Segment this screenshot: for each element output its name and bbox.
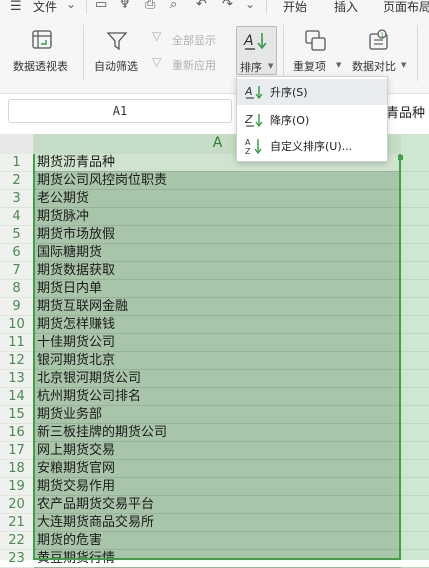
name-box-value: A1: [112, 104, 128, 118]
show-all-icon: ▽: [152, 29, 162, 43]
show-all-button[interactable]: 全部显示: [172, 32, 216, 48]
data-compare-label: 数据对比: [352, 60, 396, 73]
row-number[interactable]: 7: [0, 262, 33, 280]
duplicates-icon: [305, 30, 326, 51]
row-number[interactable]: 2: [0, 172, 33, 190]
svg-text:1: 1: [380, 32, 384, 39]
save-icon[interactable]: ▭: [95, 0, 107, 12]
sort-descending-icon: Z: [245, 113, 263, 128]
pivot-table-label: 数据透视表: [13, 60, 68, 73]
print-icon[interactable]: ⎙: [145, 0, 155, 12]
duplicates-label: 重复项: [293, 60, 326, 73]
selection-border: [33, 154, 401, 560]
data-compare-button[interactable]: 1 数据对比 ▼: [349, 25, 411, 75]
formula-content[interactable]: 青品种: [386, 102, 425, 121]
menu-insert[interactable]: 插入: [334, 0, 358, 15]
sort-icon: A: [243, 33, 267, 50]
format-painter-icon[interactable]: ♆: [119, 0, 131, 12]
menu-bar: ☰ 文件 ⌄ ▭ ♆ ⎙ ⌕ ↶ ↷ ⌄ 开始 插入 页面布局: [0, 0, 429, 17]
autofilter-label: 自动筛选: [94, 60, 138, 73]
sort-ascending-icon: A: [245, 85, 263, 100]
pivot-table-button[interactable]: 数据透视表: [8, 25, 78, 75]
name-box[interactable]: A1: [8, 99, 232, 123]
data-compare-icon: 1: [369, 29, 388, 50]
row-number[interactable]: 8: [0, 280, 33, 298]
row-number[interactable]: 22: [0, 532, 33, 550]
row-number[interactable]: 6: [0, 244, 33, 262]
row-number[interactable]: 20: [0, 496, 33, 514]
row-number[interactable]: 12: [0, 352, 33, 370]
svg-text:A: A: [243, 33, 254, 49]
redo-icon[interactable]: ↷: [222, 0, 233, 12]
row-number[interactable]: 21: [0, 514, 33, 532]
custom-sort-icon: A Z: [245, 138, 262, 155]
sort-button[interactable]: A 排序 ▼: [236, 26, 277, 75]
fill-handle[interactable]: [398, 155, 403, 160]
chevron-down-icon[interactable]: ⌄: [66, 0, 76, 11]
reapply-button[interactable]: 重新应用: [172, 57, 216, 73]
row-number[interactable]: 16: [0, 424, 33, 442]
sort-label: 排序: [240, 61, 262, 74]
svg-text:A: A: [245, 138, 251, 147]
reapply-icon: ▽: [152, 55, 162, 69]
corner-cell[interactable]: [0, 134, 33, 154]
sort-ascending-label: 升序(S): [270, 86, 308, 99]
row-number[interactable]: 13: [0, 370, 33, 388]
row-number[interactable]: 11: [0, 334, 33, 352]
autofilter-button[interactable]: 自动筛选: [90, 25, 146, 75]
filter-icon: [106, 32, 128, 51]
svg-text:Z: Z: [245, 113, 253, 126]
menu-page-layout[interactable]: 页面布局: [383, 0, 429, 15]
svg-text:Z: Z: [245, 147, 251, 155]
sort-dropdown-menu: A 升序(S) Z 降序(O) A Z 自定义排序(U)...: [236, 76, 388, 162]
sort-ascending-item[interactable]: A 升序(S): [237, 79, 387, 105]
row-number[interactable]: 18: [0, 460, 33, 478]
caret-down-icon: ▼: [336, 61, 342, 69]
caret-down-icon: ▼: [401, 61, 407, 69]
row-number[interactable]: 1: [0, 154, 33, 172]
row-number[interactable]: 23: [0, 550, 33, 568]
row-number[interactable]: 9: [0, 298, 33, 316]
menu-file[interactable]: 文件: [33, 0, 57, 15]
row-number[interactable]: 3: [0, 190, 33, 208]
print-preview-icon[interactable]: ⌕: [170, 0, 177, 12]
row-number[interactable]: 15: [0, 406, 33, 424]
sort-descending-label: 降序(O): [270, 114, 310, 127]
sort-descending-item[interactable]: Z 降序(O): [237, 107, 387, 133]
row-number[interactable]: 14: [0, 388, 33, 406]
hamburger-icon[interactable]: ☰: [10, 0, 22, 14]
custom-sort-item[interactable]: A Z 自定义排序(U)...: [237, 133, 387, 159]
custom-sort-label: 自定义排序(U)...: [270, 140, 353, 153]
caret-down-icon: ▼: [268, 62, 274, 70]
svg-text:A: A: [245, 85, 253, 98]
undo-icon[interactable]: ↶: [196, 0, 207, 12]
chevron-down-icon[interactable]: ⌄: [245, 0, 255, 11]
row-number[interactable]: 5: [0, 226, 33, 244]
duplicates-button[interactable]: 重复项 ▼: [290, 25, 342, 75]
row-number[interactable]: 4: [0, 208, 33, 226]
menu-home[interactable]: 开始: [283, 0, 307, 15]
row-number[interactable]: 19: [0, 478, 33, 496]
row-number[interactable]: 10: [0, 316, 33, 334]
pivot-table-icon: [32, 30, 52, 49]
row-number[interactable]: 17: [0, 442, 33, 460]
